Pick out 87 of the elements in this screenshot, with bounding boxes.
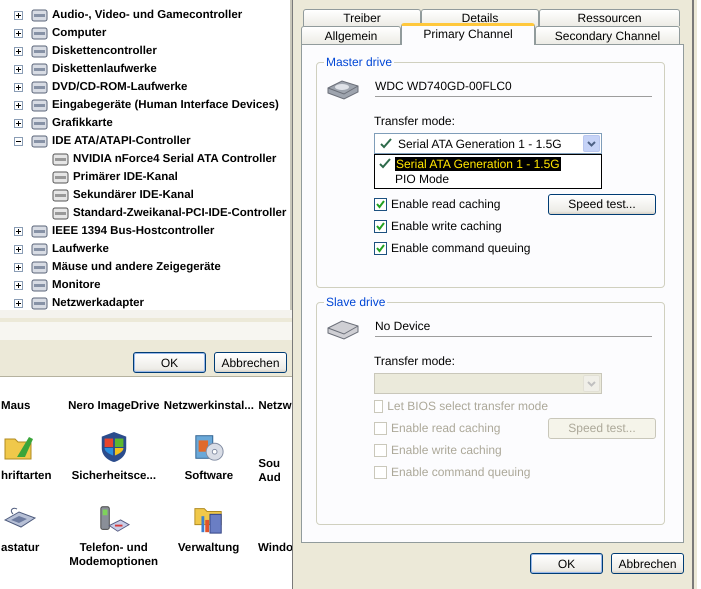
tab[interactable]: Allgemein [301, 26, 401, 44]
dialog-button[interactable]: Abbrechen [214, 352, 287, 373]
device-name: No Device [375, 319, 652, 337]
hard-drive-icon [326, 79, 360, 101]
device-icon [31, 116, 48, 130]
check-icon [380, 138, 392, 149]
control-panel-item[interactable]: Nero ImageDrive [68, 399, 160, 413]
selected-value: Serial ATA Generation 1 - 1.5G [398, 136, 562, 150]
transfer-mode-dropdown[interactable]: Serial ATA Generation 1 - 1.5G [374, 133, 602, 154]
group-title: Slave drive [324, 295, 388, 309]
device-icon [31, 62, 48, 76]
device-icon [31, 242, 48, 256]
speed-test-button[interactable]: Speed test... [548, 194, 656, 214]
control-panel-item[interactable]: Verwaltung [178, 541, 240, 555]
tree-item[interactable]: Monitore [52, 279, 101, 291]
device-icon [31, 278, 48, 292]
dialog-button[interactable]: OK [530, 553, 603, 574]
expander[interactable] [14, 100, 23, 110]
device-name: WDC WD740GD-00FLC0 [375, 79, 652, 97]
tree-item[interactable]: Standard-Zweikanal-PCI-IDE-Controller [73, 207, 286, 219]
dialog-button[interactable]: OK [133, 352, 206, 373]
check-icon [379, 158, 391, 169]
check-icon [376, 222, 385, 230]
expander[interactable] [14, 280, 23, 290]
control-panel-item[interactable]: Sicherheitsce... [72, 469, 156, 483]
tree-item[interactable]: NVIDIA nForce4 Serial ATA Controller [73, 153, 276, 165]
control-panel-item[interactable]: Netzwerkinstal... [164, 399, 254, 413]
device-icon [31, 80, 48, 94]
tree-item[interactable]: Primärer IDE-Kanal [73, 171, 178, 183]
expander[interactable] [14, 28, 23, 38]
device-icon [31, 8, 48, 22]
dropdown-option[interactable]: PIO Mode [375, 171, 601, 186]
controller-icon [52, 152, 69, 166]
tree-item[interactable]: DVD/CD-ROM-Laufwerke [52, 81, 188, 93]
checkbox[interactable]: Enable read caching [374, 197, 548, 211]
control-panel-item[interactable]: hriftarten [1, 469, 52, 483]
expander[interactable] [14, 64, 23, 74]
device-icon [31, 260, 48, 274]
tree-item[interactable]: IDE ATA/ATAPI-Controller [52, 135, 191, 147]
controller-icon [52, 170, 69, 184]
tab[interactable]: Primary Channel [401, 23, 535, 45]
expander[interactable] [14, 136, 23, 146]
tree-item[interactable]: Grafikkarte [52, 117, 113, 129]
field-label: Transfer mode: [374, 114, 456, 128]
control-panel-item[interactable]: Netzw [258, 399, 292, 413]
tree-item[interactable]: Computer [52, 27, 106, 39]
control-panel-item[interactable]: Sou Aud [258, 457, 292, 485]
hard-drive-icon [326, 319, 360, 341]
control-panel-item[interactable]: astatur [1, 541, 40, 555]
group-title: Master drive [324, 55, 394, 69]
expander[interactable] [14, 298, 23, 308]
tree-item[interactable]: Laufwerke [52, 243, 109, 255]
tab[interactable]: Secondary Channel [535, 26, 680, 44]
expander[interactable] [14, 82, 23, 92]
device-icon [31, 224, 48, 238]
tree-item[interactable]: Sekundärer IDE-Kanal [73, 189, 194, 201]
device-icon [31, 296, 48, 310]
tree-item[interactable]: IEEE 1394 Bus-Hostcontroller [52, 225, 214, 237]
control-panel-item[interactable]: Software [184, 469, 234, 483]
tree-item[interactable]: Mäuse und andere Zeigegeräte [52, 261, 221, 273]
device-icon [31, 134, 48, 148]
expander[interactable] [14, 262, 23, 272]
tree-item[interactable]: Diskettenlaufwerke [52, 63, 157, 75]
device-icon [31, 26, 48, 40]
tree-item[interactable]: Eingabegeräte (Human Interface Devices) [52, 99, 279, 111]
dialog-button[interactable]: Abbrechen [611, 553, 684, 574]
controller-icon [52, 206, 69, 220]
device-icon [31, 44, 48, 58]
control-panel-item[interactable]: Maus [1, 399, 30, 413]
tree-item[interactable]: Diskettencontroller [52, 45, 157, 57]
expander[interactable] [14, 244, 23, 254]
controller-icon [52, 188, 69, 202]
field-label: Transfer mode: [374, 354, 456, 368]
expander[interactable] [14, 46, 23, 56]
tree-item[interactable]: Netzwerkadapter [52, 297, 144, 309]
checkbox[interactable]: Enable command queuing [374, 241, 548, 255]
device-icon [31, 98, 48, 112]
tab[interactable]: Ressourcen [539, 9, 680, 26]
expander[interactable] [14, 118, 23, 128]
check-icon [376, 200, 385, 208]
check-icon [376, 244, 385, 252]
checkbox[interactable]: Enable write caching [374, 219, 548, 233]
expander[interactable] [14, 10, 23, 20]
tree-item[interactable]: Audio-, Video- und Gamecontroller [52, 9, 242, 21]
tab[interactable]: Treiber [303, 9, 421, 26]
control-panel-item[interactable]: Telefon- und Modemoptionen [66, 541, 162, 569]
expander[interactable] [14, 226, 23, 236]
